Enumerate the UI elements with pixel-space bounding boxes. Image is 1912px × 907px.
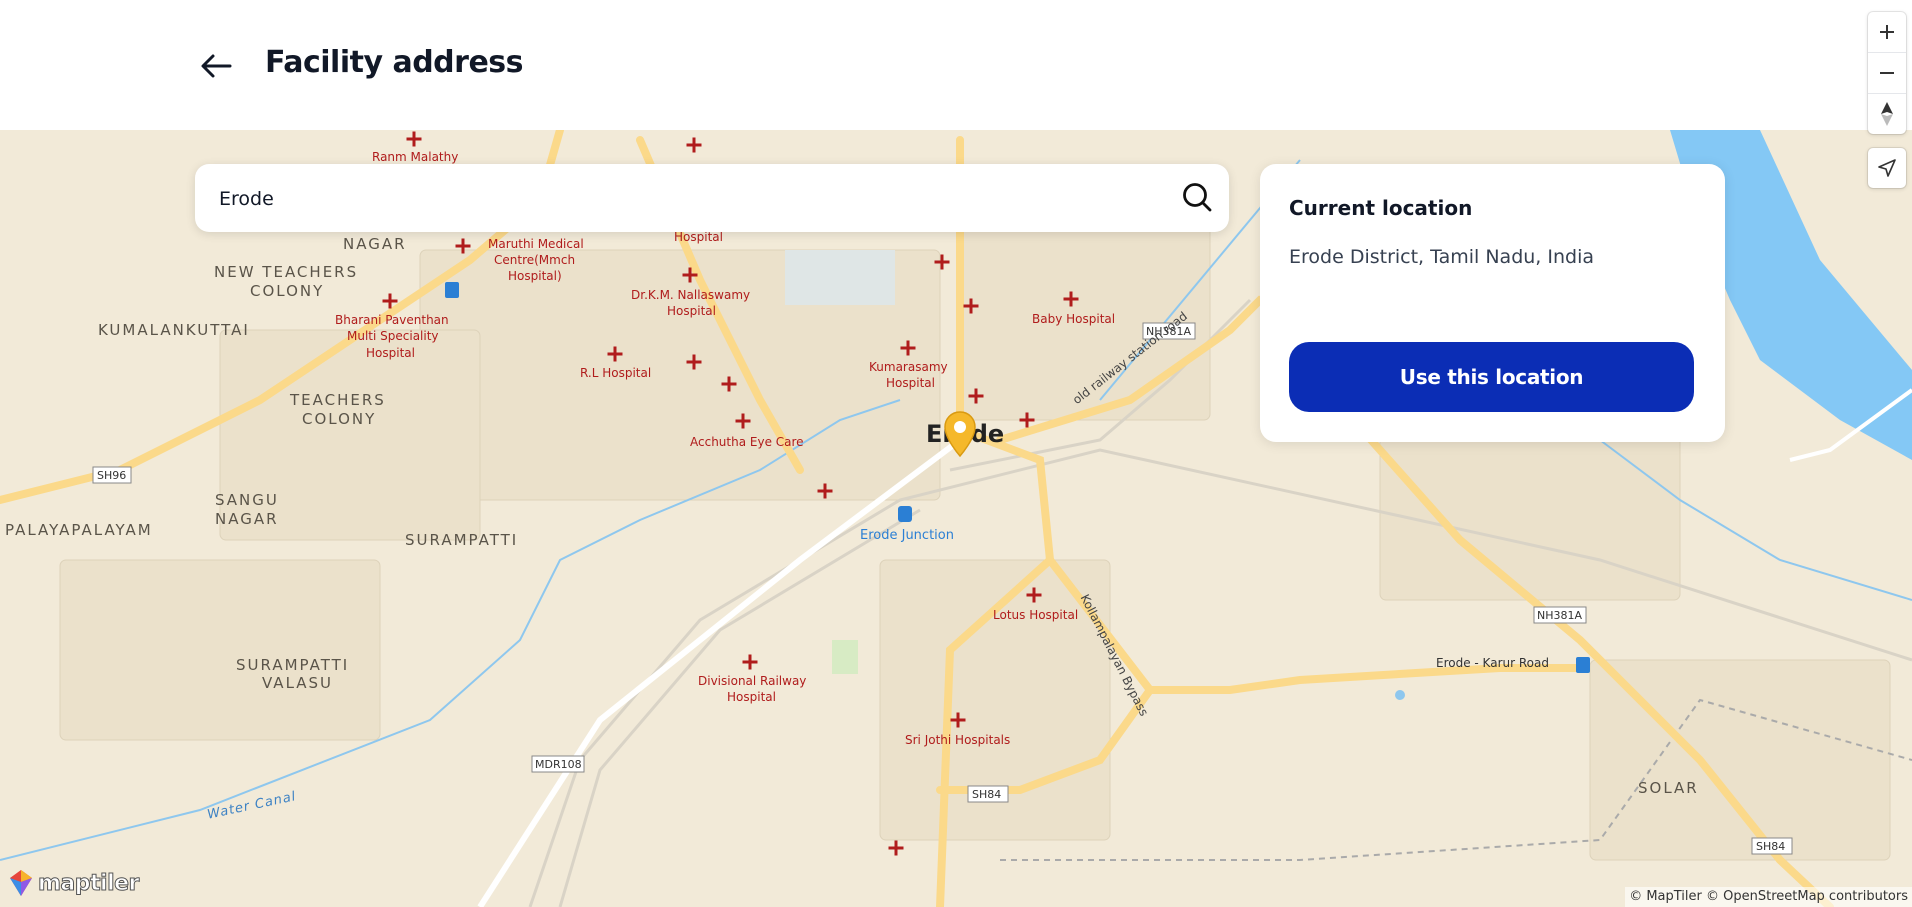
search-icon[interactable] <box>1180 180 1214 214</box>
maptiler-logo-icon <box>10 870 32 896</box>
use-location-button[interactable]: Use this location <box>1289 342 1694 412</box>
compass-button[interactable] <box>1868 94 1906 134</box>
geolocate-button[interactable] <box>1868 148 1906 188</box>
page-header: Facility address <box>0 0 1912 130</box>
arrow-left-icon <box>201 54 232 78</box>
svg-text:NH381A: NH381A <box>1537 609 1582 622</box>
zoom-in-button[interactable] <box>1868 12 1906 53</box>
maptiler-logo[interactable]: maptiler <box>8 868 140 898</box>
compass-icon <box>1881 102 1893 126</box>
search-input[interactable] <box>217 174 1141 224</box>
plus-icon <box>1880 25 1894 39</box>
logo-text: maptiler <box>38 870 140 896</box>
location-pin-icon[interactable] <box>943 410 977 458</box>
svg-text:MDR108: MDR108 <box>535 758 582 771</box>
page-title: Facility address <box>265 45 524 80</box>
location-heading: Current location <box>1289 196 1473 220</box>
navigation-arrow-icon <box>1878 159 1896 177</box>
map-attribution[interactable]: © MapTiler © OpenStreetMap contributors <box>1625 887 1912 907</box>
zoom-out-button[interactable] <box>1868 53 1906 94</box>
current-location-card: Current location Erode District, Tamil N… <box>1260 164 1725 442</box>
back-button[interactable] <box>194 44 238 88</box>
map-controls <box>1868 12 1906 134</box>
svg-text:SH84: SH84 <box>972 788 1001 801</box>
minus-icon <box>1880 72 1894 74</box>
svg-text:SH96: SH96 <box>97 469 126 482</box>
location-address: Erode District, Tamil Nadu, India <box>1289 246 1595 268</box>
svg-text:NH381A: NH381A <box>1146 325 1191 338</box>
svg-text:SH84: SH84 <box>1756 840 1785 853</box>
search-box <box>195 164 1229 232</box>
